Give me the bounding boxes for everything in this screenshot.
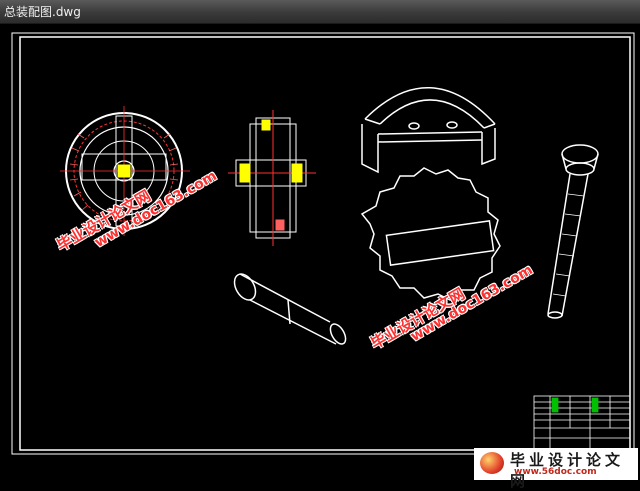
window-titlebar[interactable]: 总装配图.dwg [0, 0, 640, 24]
window-title: 总装配图.dwg [4, 5, 81, 19]
title-block [533, 395, 631, 451]
bracket-3d [361, 87, 496, 174]
logo-url: www.56doc.com [514, 467, 597, 477]
shaft-3d [233, 273, 347, 345]
bolt-3d [547, 144, 599, 319]
logo-ball-icon [480, 452, 504, 474]
site-logo: 毕业设计论文网 www.56doc.com [474, 448, 638, 490]
cad-drawing [11, 32, 635, 455]
drawing-canvas[interactable] [0, 24, 640, 482]
side-section-view [228, 110, 316, 246]
sprocket-gear [360, 167, 501, 301]
